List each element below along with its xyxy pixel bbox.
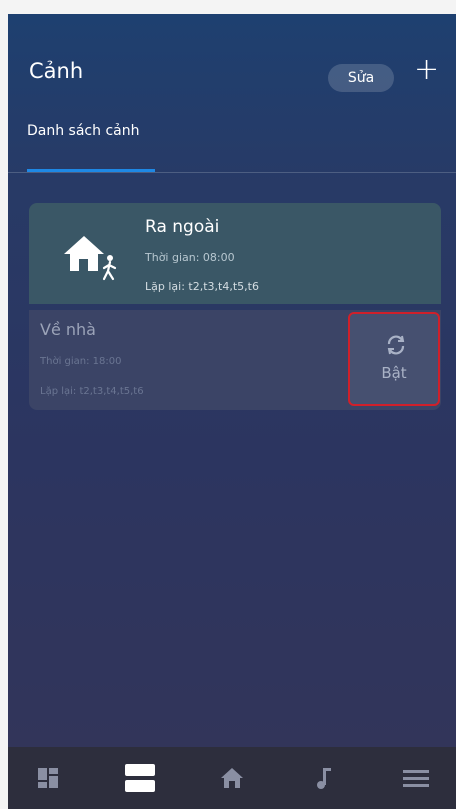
menu-icon	[403, 770, 429, 787]
activate-scene-button[interactable]: Bật	[348, 312, 440, 406]
bottom-navigation	[8, 747, 456, 809]
home-icon	[221, 768, 243, 788]
nav-menu[interactable]	[398, 760, 434, 796]
scene-repeat: Lặp lại: t2,t3,t4,t5,t6	[145, 280, 259, 293]
app-screen: Cảnh Sửa + Danh sách cảnh Ra ngoài Thời …	[8, 14, 456, 809]
tab-scene-list[interactable]: Danh sách cảnh	[27, 123, 139, 139]
tab-divider	[8, 172, 456, 173]
nav-music[interactable]	[306, 760, 342, 796]
edit-button[interactable]: Sửa	[328, 64, 394, 92]
nav-dashboard[interactable]	[30, 760, 66, 796]
scene-card-ve-nha[interactable]: Về nhà Thời gian: 18:00 Lặp lại: t2,t3,t…	[29, 310, 441, 410]
add-scene-button[interactable]: +	[414, 52, 439, 87]
scene-time: Thời gian: 08:00	[145, 251, 235, 264]
scene-card-ra-ngoai[interactable]: Ra ngoài Thời gian: 08:00 Lặp lại: t2,t3…	[29, 203, 441, 304]
music-icon	[317, 768, 331, 789]
scene-time: Thời gian: 18:00	[40, 356, 122, 367]
nav-home[interactable]	[214, 760, 250, 796]
scenes-icon	[125, 764, 155, 792]
dashboard-icon	[38, 768, 58, 788]
scene-name: Ra ngoài	[145, 217, 220, 237]
page-title: Cảnh	[29, 59, 84, 83]
scene-name: Về nhà	[40, 320, 96, 339]
activate-label: Bật	[381, 364, 407, 382]
scene-repeat: Lặp lại: t2,t3,t4,t5,t6	[40, 386, 144, 397]
home-walk-icon	[64, 236, 117, 281]
refresh-icon	[387, 335, 405, 355]
nav-scenes[interactable]	[122, 760, 158, 796]
